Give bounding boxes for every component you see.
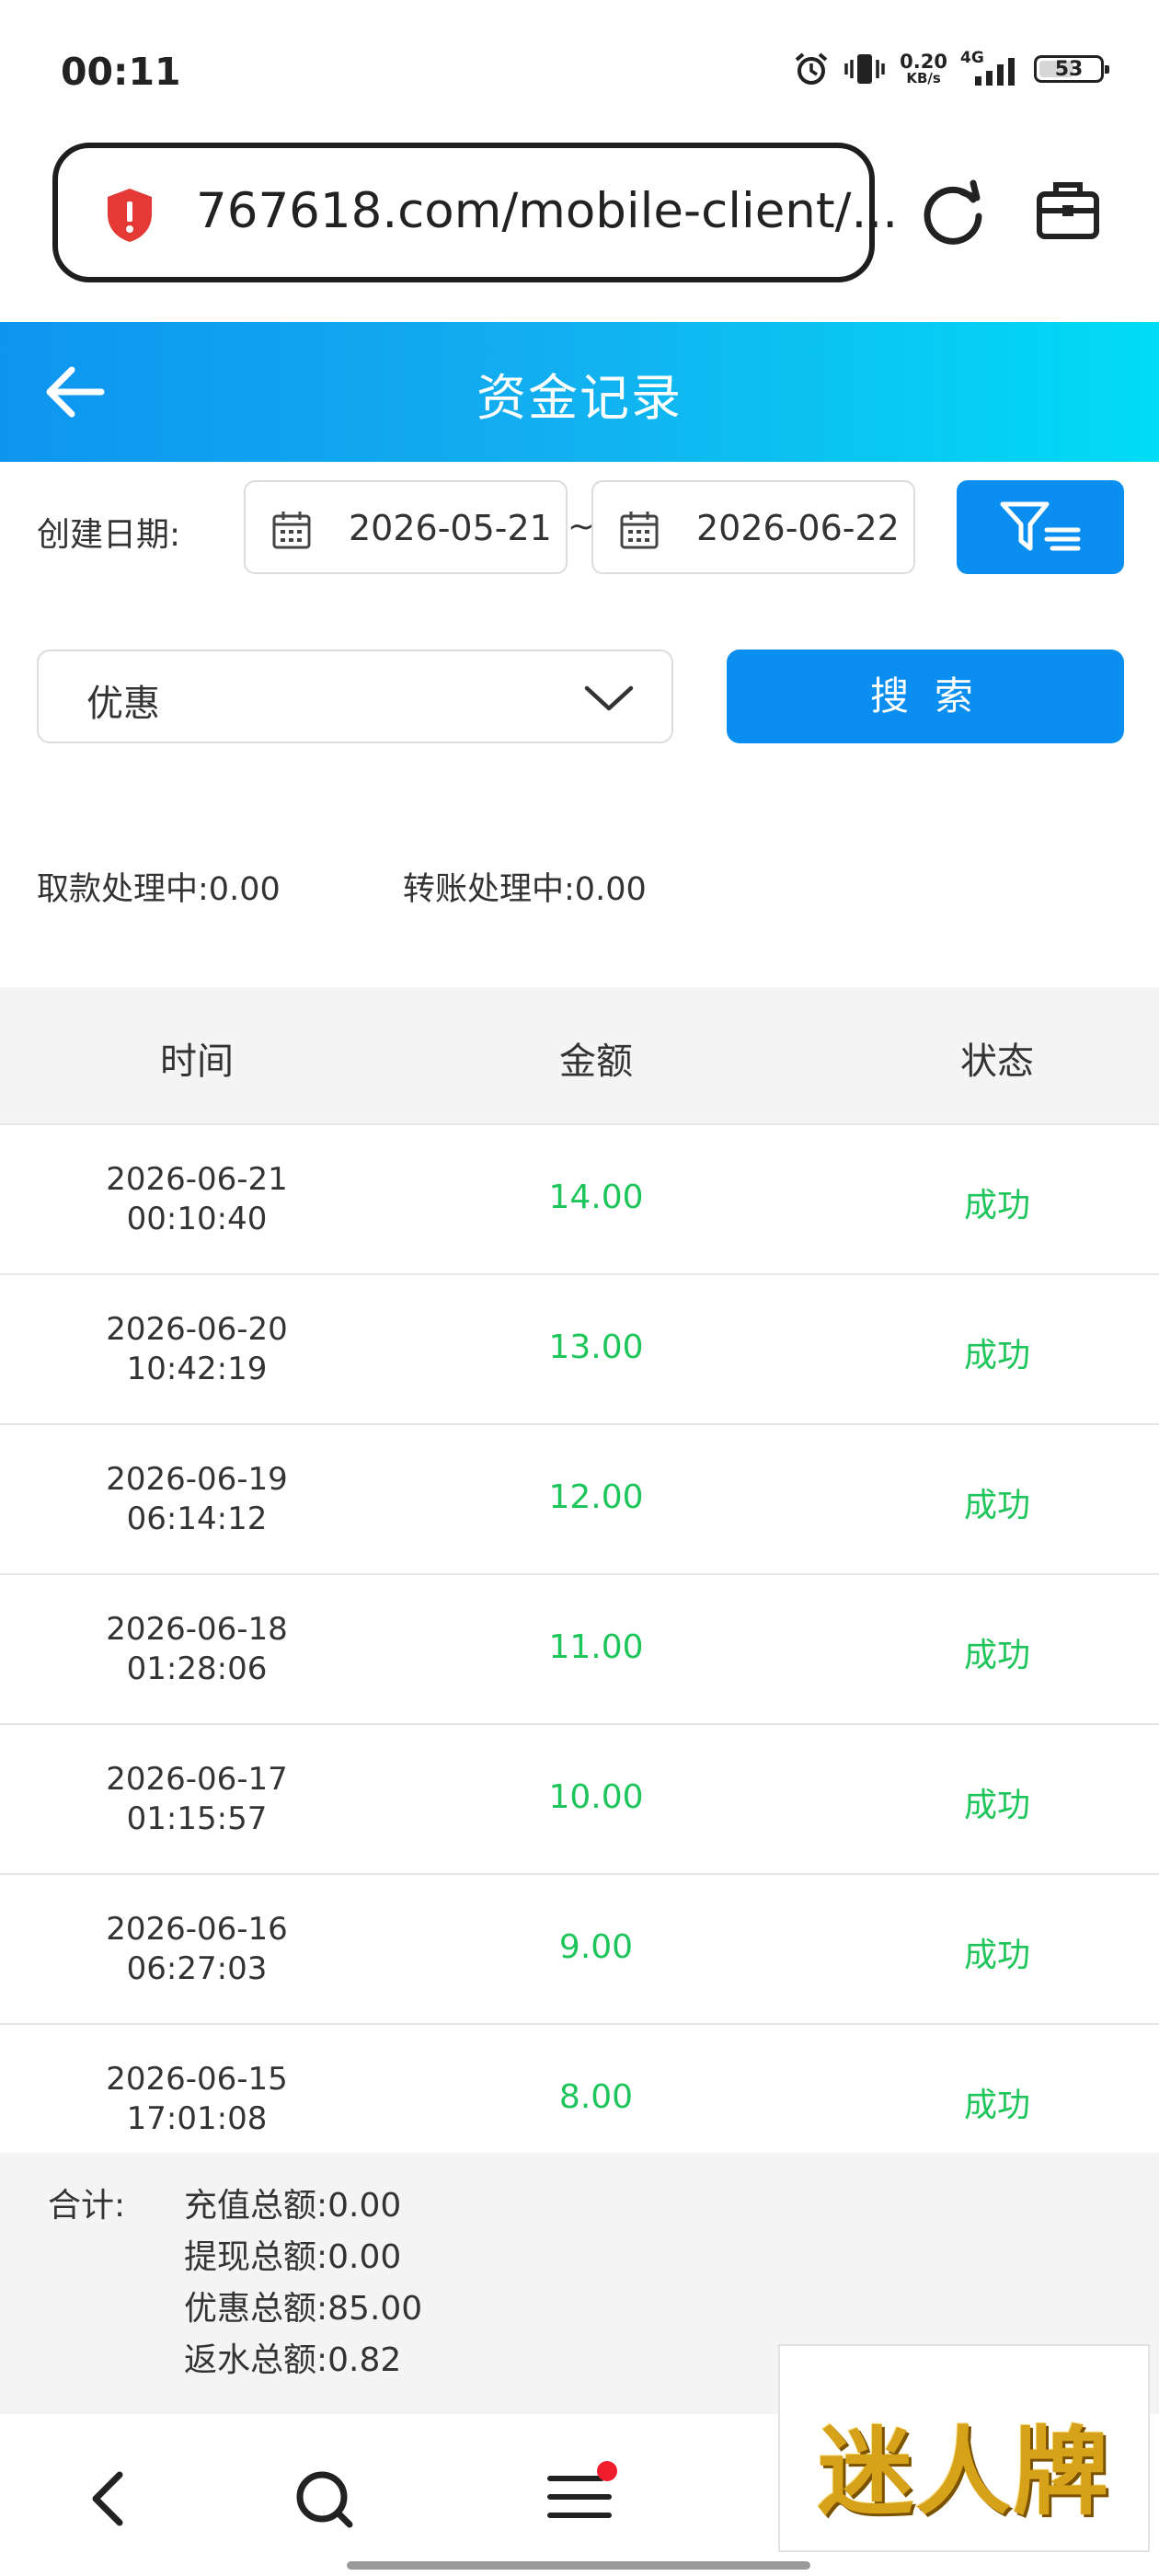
url-text: 767618.com/mobile-client/... [196, 183, 899, 239]
filter-icon [1000, 501, 1081, 551]
row-status: 成功 [963, 1487, 1030, 1524]
end-date-picker[interactable]: 2026-06-22 [591, 480, 915, 574]
filter-button[interactable] [957, 480, 1124, 574]
battery-indicator: 53 [1034, 55, 1109, 83]
row-time: 2026-06-17 01:15:57 [106, 1761, 288, 1837]
status-time: 00:11 [61, 50, 181, 94]
app-header: 资金记录 [0, 322, 1159, 462]
row-amount: 10.00 [548, 1778, 644, 1816]
row-status: 成功 [963, 1337, 1030, 1374]
column-header-amount: 金额 [559, 1041, 633, 1083]
status-icons: 0.20 KB/s 4G 53 [793, 46, 1109, 92]
vibrate-icon [844, 54, 885, 84]
total-rebate: 返水总额:0.82 [184, 2341, 402, 2379]
start-date-picker[interactable]: 2026-05-21 [244, 480, 568, 574]
status-bar: 00:11 0.20 KB/s 4G 53 [0, 0, 1159, 138]
row-status: 成功 [963, 1937, 1030, 1974]
table-header: 时间 金额 状态 [0, 987, 1159, 1125]
logo-text: 迷人牌 [817, 2415, 1110, 2528]
total-withdraw: 提现总额:0.00 [184, 2238, 402, 2276]
row-status: 成功 [963, 2087, 1030, 2124]
row-amount: 11.00 [548, 1628, 644, 1666]
table-row: 2026-06-17 01:15:57 10.00 成功 [0, 1725, 1159, 1875]
search-icon[interactable] [294, 2469, 355, 2530]
column-header-time: 时间 [160, 1041, 234, 1083]
total-promotion: 优惠总额:85.00 [184, 2290, 423, 2328]
date-label: 创建日期: [37, 516, 181, 554]
row-time: 2026-06-18 01:28:06 [106, 1611, 288, 1687]
row-status: 成功 [963, 1787, 1030, 1824]
row-status: 成功 [963, 1187, 1030, 1225]
totals-label: 合计: [48, 2187, 126, 2225]
row-amount: 12.00 [548, 1478, 644, 1516]
shield-warning-icon [108, 189, 152, 242]
row-amount: 14.00 [548, 1179, 644, 1216]
chevron-left-icon[interactable] [86, 2469, 132, 2528]
menu-icon[interactable] [546, 2460, 622, 2528]
row-time: 2026-06-16 06:27:03 [106, 1911, 288, 1987]
table-row: 2026-06-16 06:27:03 9.00 成功 [0, 1875, 1159, 2025]
row-amount: 8.00 [558, 2078, 634, 2116]
type-select-value: 优惠 [86, 683, 160, 725]
table-row: 2026-06-21 00:10:40 14.00 成功 [0, 1125, 1159, 1275]
search-button[interactable]: 搜 索 [727, 650, 1124, 743]
network-speed: 0.20 KB/s [900, 51, 947, 86]
url-bar[interactable]: 767618.com/mobile-client/... [52, 143, 898, 282]
withdraw-processing: 取款处理中:0.00 [37, 871, 281, 908]
row-time: 2026-06-19 06:14:12 [106, 1461, 288, 1537]
row-status: 成功 [963, 1637, 1030, 1674]
page-title: 资金记录 [476, 369, 683, 427]
home-indicator[interactable] [347, 2561, 810, 2570]
type-select[interactable]: 优惠 [37, 650, 673, 743]
alarm-icon [795, 52, 828, 85]
column-header-status: 状态 [960, 1041, 1034, 1083]
table-row: 2026-06-20 10:42:19 13.00 成功 [0, 1275, 1159, 1425]
row-amount: 9.00 [558, 1928, 634, 1966]
table-row: 2026-06-19 06:14:12 12.00 成功 [0, 1425, 1159, 1575]
signal-icon: 4G [960, 49, 1021, 87]
calendar-icon [272, 512, 311, 549]
toolbox-icon[interactable] [1036, 178, 1100, 242]
calendar-icon [620, 512, 659, 549]
table-row: 2026-06-18 01:28:06 11.00 成功 [0, 1575, 1159, 1725]
watermark-logo: 迷人牌 [778, 2344, 1150, 2552]
transfer-processing: 转账处理中:0.00 [403, 871, 647, 908]
total-deposit: 充值总额:0.00 [184, 2187, 402, 2225]
row-time: 2026-06-21 00:10:40 [106, 1161, 288, 1237]
start-date-value: 2026-05-21 [349, 508, 552, 548]
row-time: 2026-06-20 10:42:19 [106, 1311, 288, 1387]
end-date-value: 2026-06-22 [696, 508, 900, 548]
chevron-down-icon [584, 685, 634, 711]
row-amount: 13.00 [548, 1328, 644, 1366]
reload-icon[interactable] [918, 178, 988, 247]
row-time: 2026-06-15 17:01:08 [106, 2061, 288, 2137]
